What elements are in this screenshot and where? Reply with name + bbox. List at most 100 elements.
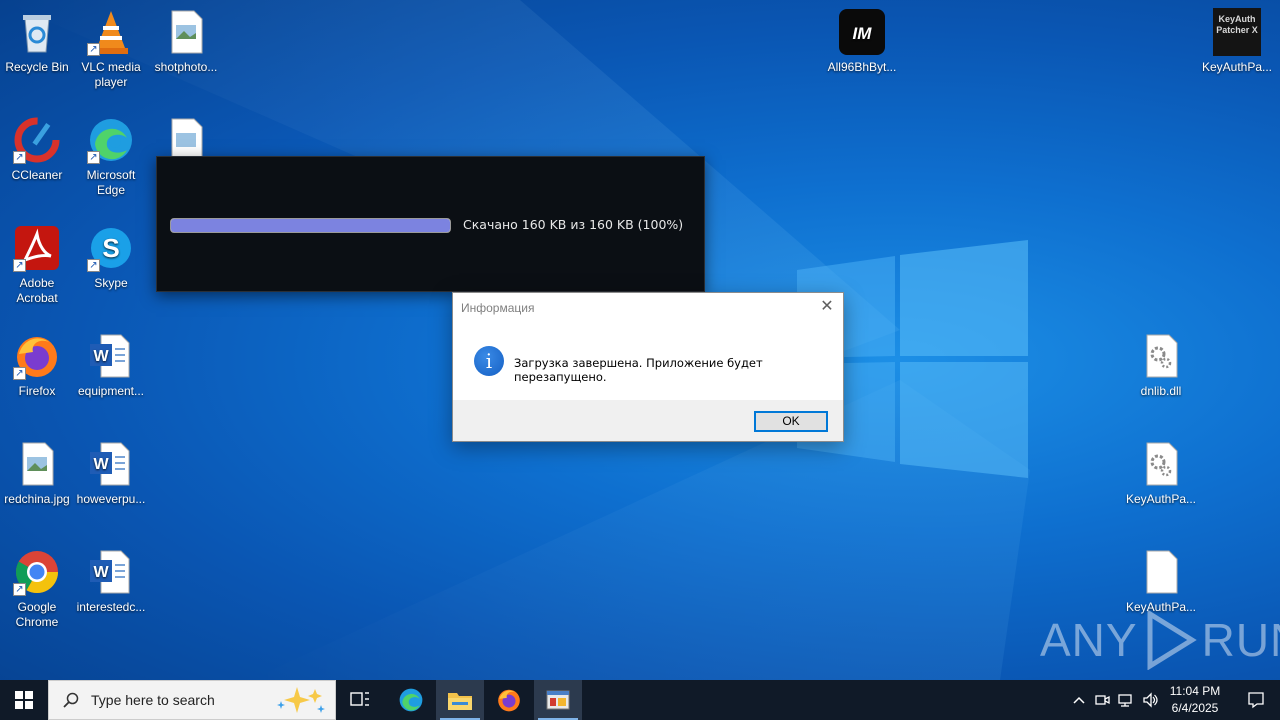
svg-text:W: W bbox=[93, 348, 109, 365]
desktop-icon-label: VLC media player bbox=[81, 60, 141, 89]
shortcut-arrow-icon: ↗ bbox=[13, 583, 26, 596]
svg-text:W: W bbox=[93, 456, 109, 473]
info-dialog: Информация ✕ i Загрузка завершена. Прило… bbox=[452, 292, 844, 442]
desktop-icon-howeverpu[interactable]: W howeverpu... bbox=[74, 440, 148, 507]
progress-fill bbox=[171, 219, 450, 232]
search-highlight-icon bbox=[277, 687, 325, 713]
desktop-icon-label: KeyAuthPa... bbox=[1201, 60, 1273, 74]
word-doc-icon: W bbox=[87, 548, 135, 596]
desktop-icon-keyauth-patcher[interactable]: KeyAuth Patcher X KeyAuthPa... bbox=[1200, 8, 1274, 75]
ccleaner-icon: ↗ bbox=[13, 116, 61, 164]
task-view-button[interactable] bbox=[336, 680, 384, 720]
download-progress-window: Скачано 160 KB из 160 KB (100%) bbox=[156, 156, 705, 292]
shortcut-arrow-icon: ↗ bbox=[87, 43, 100, 56]
vlc-icon: ↗ bbox=[87, 8, 135, 56]
desktop-icon-shotphoto[interactable]: shotphoto... bbox=[149, 8, 223, 75]
notification-icon bbox=[1248, 692, 1264, 709]
taskbar-clock[interactable]: 11:04 PM 6/4/2025 bbox=[1160, 683, 1230, 717]
shortcut-arrow-icon: ↗ bbox=[13, 367, 26, 380]
play-icon bbox=[1147, 610, 1197, 670]
edge-icon: ↗ bbox=[87, 116, 135, 164]
dialog-title: Информация bbox=[461, 301, 535, 315]
taskbar-file-explorer[interactable] bbox=[436, 680, 484, 720]
desktop-icon-label: dnlib.dll bbox=[1140, 384, 1182, 398]
shortcut-arrow-icon: ↗ bbox=[13, 259, 26, 272]
watermark-right: RUN bbox=[1201, 614, 1280, 666]
task-view-icon bbox=[350, 692, 369, 706]
info-icon: i bbox=[474, 346, 504, 376]
search-placeholder: Type here to search bbox=[91, 692, 215, 708]
desktop-icon-equipment[interactable]: W equipment... bbox=[74, 332, 148, 399]
word-doc-icon: W bbox=[87, 440, 135, 488]
clock-time: 11:04 PM bbox=[1169, 684, 1221, 698]
dll-file-icon bbox=[1137, 440, 1185, 488]
svg-text:S: S bbox=[102, 233, 119, 263]
shortcut-arrow-icon: ↗ bbox=[13, 151, 26, 164]
taskbar-app-window[interactable] bbox=[534, 680, 582, 720]
app-window-icon bbox=[546, 690, 570, 710]
chevron-up-icon bbox=[1073, 696, 1085, 704]
anyrun-watermark: ANY RUN bbox=[1040, 610, 1280, 670]
network-icon bbox=[1118, 694, 1132, 707]
notification-center-button[interactable] bbox=[1232, 680, 1280, 720]
desktop-icon-ccleaner[interactable]: ↗ CCleaner bbox=[0, 116, 74, 183]
watermark-left: ANY bbox=[1040, 614, 1138, 666]
dialog-message: Загрузка завершена. Приложение будет пер… bbox=[514, 356, 763, 384]
desktop-icon-skype[interactable]: S ↗ Skype bbox=[74, 224, 148, 291]
windows-start-icon bbox=[15, 691, 33, 709]
chrome-icon: ↗ bbox=[13, 548, 61, 596]
desktop-icon-label: interestedc... bbox=[76, 600, 146, 614]
image-file-icon bbox=[162, 8, 210, 56]
taskbar-firefox[interactable] bbox=[485, 680, 533, 720]
firefox-icon: ↗ bbox=[13, 332, 61, 380]
dialog-footer: OK bbox=[453, 400, 843, 441]
desktop-icon-label: CCleaner bbox=[11, 168, 63, 182]
desktop-icon-label: Skype bbox=[94, 276, 128, 290]
dll-file-icon bbox=[1137, 332, 1185, 380]
desktop-icon-label: Firefox bbox=[18, 384, 56, 398]
ok-button[interactable]: OK bbox=[754, 411, 828, 432]
system-tray bbox=[1068, 680, 1158, 720]
shortcut-arrow-icon: ↗ bbox=[87, 259, 100, 272]
desktop-icon-label: Google Chrome bbox=[15, 600, 59, 629]
desktop-icon-keyauth-file[interactable]: KeyAuthPa... bbox=[1124, 548, 1198, 615]
desktop-icon-label: howeverpu... bbox=[76, 492, 146, 506]
keyauth-patcher-icon-text: KeyAuth Patcher X bbox=[1216, 14, 1258, 35]
skype-icon: S ↗ bbox=[87, 224, 135, 272]
desktop-icon-label: equipment... bbox=[77, 384, 145, 398]
desktop-icon-dnlib[interactable]: dnlib.dll bbox=[1124, 332, 1198, 399]
desktop-icon-edge[interactable]: ↗ Microsoft Edge bbox=[74, 116, 148, 198]
acrobat-icon: ↗ bbox=[13, 224, 61, 272]
desktop-icon-redchina[interactable]: redchina.jpg bbox=[0, 440, 74, 507]
download-status-text: Скачано 160 KB из 160 KB (100%) bbox=[463, 217, 684, 232]
desktop-icon-label: redchina.jpg bbox=[4, 492, 70, 506]
app-icon-text: IM bbox=[853, 24, 873, 43]
desktop-icon-recycle-bin[interactable]: Recycle Bin bbox=[0, 8, 74, 75]
keyauth-patcher-icon: KeyAuth Patcher X bbox=[1213, 8, 1261, 56]
volume-icon bbox=[1143, 692, 1158, 708]
taskbar-edge[interactable] bbox=[387, 680, 435, 720]
download-progress-bar bbox=[170, 218, 451, 233]
desktop-icon-acrobat[interactable]: ↗ Adobe Acrobat bbox=[0, 224, 74, 306]
desktop-icon-vlc[interactable]: ↗ VLC media player bbox=[74, 8, 148, 90]
desktop-icon-label: Adobe Acrobat bbox=[16, 276, 58, 305]
blank-file-icon bbox=[1137, 548, 1185, 596]
app-icon: IM bbox=[838, 8, 886, 56]
desktop-icon-all96bhbyt[interactable]: IM All96BhByt... bbox=[825, 8, 899, 75]
taskbar: Type here to search 11:04 PM 6/4/2025 bbox=[0, 680, 1280, 720]
desktop-icon-label: All96BhByt... bbox=[827, 60, 897, 74]
desktop-icon-chrome[interactable]: ↗ Google Chrome bbox=[0, 548, 74, 630]
desktop-icon-firefox[interactable]: ↗ Firefox bbox=[0, 332, 74, 399]
firefox-icon bbox=[498, 689, 520, 712]
desktop-icon-label: Microsoft Edge bbox=[86, 168, 136, 197]
start-button[interactable] bbox=[0, 680, 48, 720]
close-icon[interactable]: ✕ bbox=[817, 297, 837, 317]
meet-now-icon bbox=[1095, 695, 1110, 705]
edge-icon bbox=[399, 688, 423, 712]
word-doc-icon: W bbox=[87, 332, 135, 380]
search-icon bbox=[63, 692, 79, 708]
svg-text:W: W bbox=[93, 564, 109, 581]
desktop-icon-interestedc[interactable]: W interestedc... bbox=[74, 548, 148, 615]
desktop-icon-keyauth-dll[interactable]: KeyAuthPa... bbox=[1124, 440, 1198, 507]
taskbar-search-box[interactable]: Type here to search bbox=[48, 680, 336, 720]
